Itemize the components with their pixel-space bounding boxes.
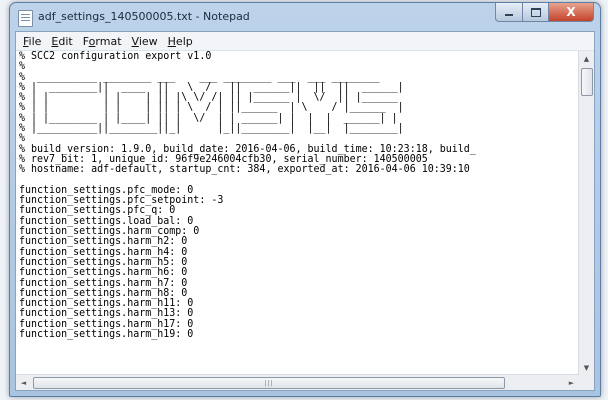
menu-format-label: rmat [95,34,122,48]
menu-edit[interactable]: Edit [46,35,77,48]
minimize-icon [505,14,513,16]
close-button[interactable]: X [549,3,594,22]
menu-view[interactable]: View [127,35,163,48]
text-editor[interactable]: % SCC2 configuration export v1.0 % % ___… [16,51,579,375]
maximize-icon [530,7,541,17]
horizontal-scroll-thumb[interactable]: ||| [33,377,505,389]
menu-help[interactable]: Help [163,35,198,48]
vertical-scroll-thumb[interactable] [581,68,593,96]
window-title: adf_settings_140500005.txt - Notepad [38,10,250,23]
scroll-up-icon[interactable]: ▲ [579,51,594,66]
text-line: % SCC2 configuration export v1.0 [19,51,212,62]
menu-file[interactable]: File [18,35,46,48]
title-bar[interactable]: adf_settings_140500005.txt - Notepad X [10,3,600,31]
menu-bar: File Edit Format View Help [16,32,594,51]
grip-icon: ||| [264,379,274,387]
horizontal-scrollbar[interactable]: ◄ ||| ► [16,374,579,390]
menu-edit-label: dit [58,34,73,48]
menu-format[interactable]: Format [78,35,127,48]
menu-view-accel: V [131,34,139,48]
menu-view-label: iew [138,34,158,48]
scroll-right-icon[interactable]: ► [564,375,579,390]
scroll-down-icon[interactable]: ▼ [579,360,594,375]
menu-help-accel: H [167,34,176,48]
close-icon: X [566,5,576,19]
menu-help-label: elp [175,34,193,48]
scroll-left-icon[interactable]: ◄ [16,375,31,390]
scrollbar-corner [579,375,594,390]
text-line: % |__________||________||_| |_||________… [19,123,404,135]
menu-file-label: ile [28,34,42,48]
caption-buttons: X [495,3,594,22]
notepad-icon[interactable] [18,10,33,27]
text-line: function_settings.harm_h19: 0 [19,329,194,341]
document-text: % SCC2 configuration export v1.0 % % ___… [19,51,476,341]
maximize-button[interactable] [523,3,549,22]
text-line: % hostname: adf-default, startup_cnt: 38… [19,164,470,176]
vertical-scrollbar[interactable]: ▲ ▼ [578,51,594,375]
client-area: File Edit Format View Help % SCC2 config… [15,31,595,391]
notepad-window: adf_settings_140500005.txt - Notepad X F… [9,2,601,397]
minimize-button[interactable] [495,3,523,22]
